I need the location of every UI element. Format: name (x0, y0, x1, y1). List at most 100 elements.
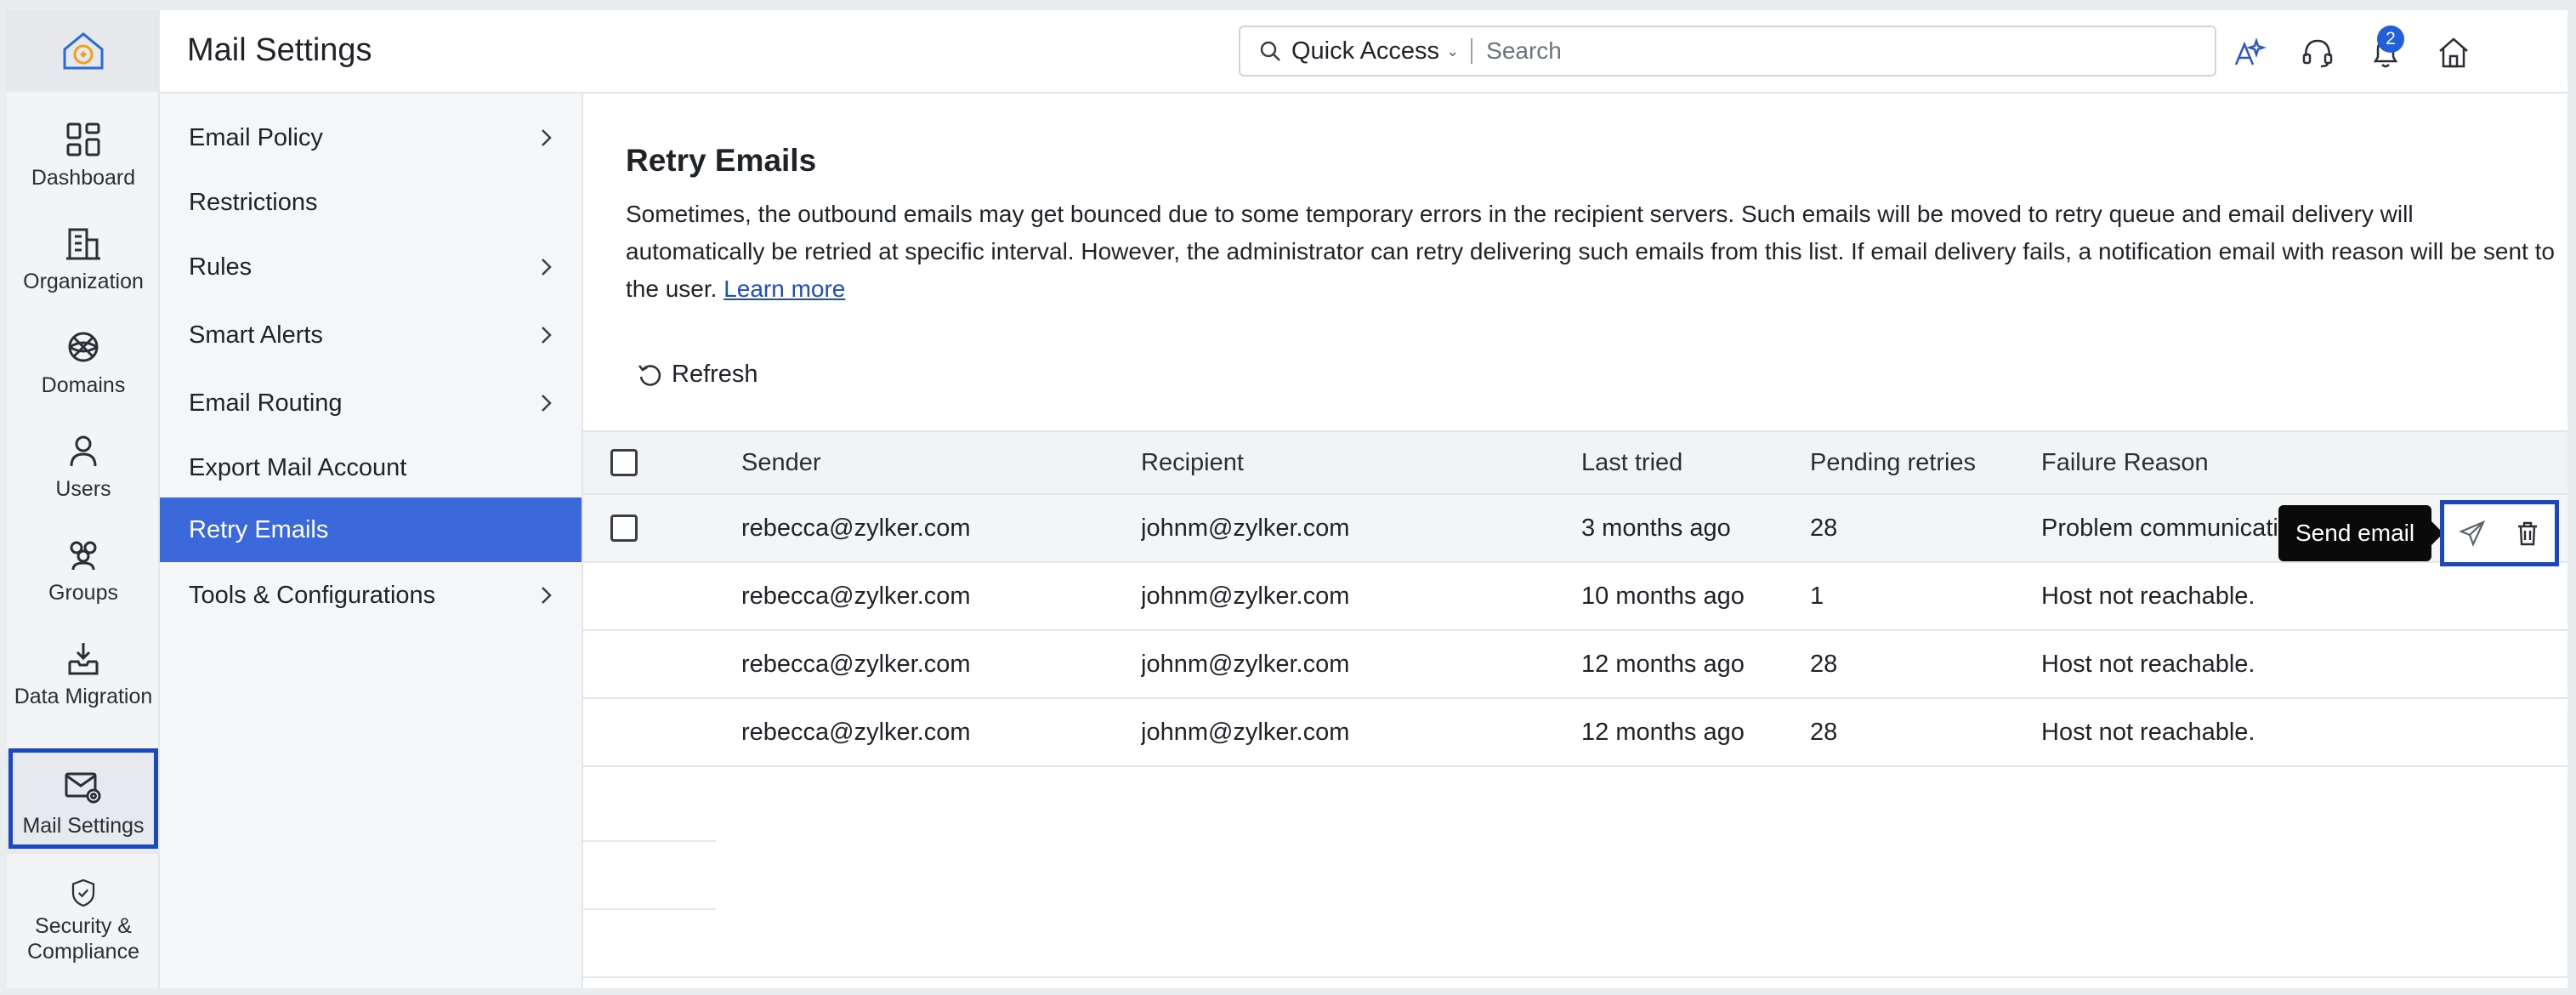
sparkle-icon (2234, 37, 2267, 65)
rail-item-dashboard[interactable]: Dashboard (7, 102, 160, 206)
refresh-label: Refresh (672, 361, 758, 388)
chevron-right-icon (542, 587, 552, 604)
table-empty-divider (583, 840, 716, 842)
menu-item-retry-emails[interactable]: Retry Emails (160, 498, 582, 562)
column-header-sender[interactable]: Sender (741, 432, 1132, 493)
select-all-checkbox[interactable] (610, 449, 638, 476)
menu-item-label: Rules (189, 253, 252, 281)
table-empty-divider (583, 976, 2567, 978)
cell-sender: rebecca@zylker.com (741, 582, 971, 610)
chevron-right-icon (542, 395, 552, 412)
chevron-right-icon (542, 129, 552, 146)
menu-item-smart-alerts[interactable]: Smart Alerts (160, 303, 582, 367)
cell-pending-retries: 28 (1810, 650, 1838, 678)
cell-sender: rebecca@zylker.com (741, 650, 971, 678)
cell-pending-retries: 28 (1810, 718, 1838, 746)
table-empty-divider (583, 908, 716, 910)
zia-button[interactable] (2231, 34, 2268, 71)
menu-item-tools-configurations[interactable]: Tools & Configurations (160, 563, 582, 628)
table-header: Sender Recipient Last tried Pending retr… (583, 430, 2567, 495)
quick-access-dropdown[interactable]: Quick Access (1291, 37, 1439, 65)
search-bar[interactable]: Quick Access ⌄ (1239, 26, 2216, 77)
menu-item-label: Email Routing (189, 389, 343, 417)
menu-item-rules[interactable]: Rules (160, 235, 582, 299)
user-icon (70, 435, 97, 467)
refresh-button[interactable]: Refresh (636, 361, 758, 389)
rail-item-organization[interactable]: Organization (7, 206, 160, 310)
table-row[interactable]: rebecca@zylker.com johnm@zylker.com 10 m… (583, 563, 2567, 631)
shield-check-icon (71, 878, 95, 907)
headset-icon (2302, 39, 2333, 68)
rail-item-label: Organization (23, 270, 144, 293)
menu-item-label: Smart Alerts (189, 321, 323, 349)
cell-last-tried: 10 months ago (1581, 582, 1745, 610)
rail-item-label: Data Migration (14, 685, 153, 708)
table-row[interactable]: rebecca@zylker.com johnm@zylker.com 12 m… (583, 699, 2567, 767)
cell-last-tried: 12 months ago (1581, 718, 1745, 746)
search-input[interactable] (1486, 37, 2215, 65)
send-email-button[interactable] (2455, 516, 2489, 550)
menu-item-label: Export Mail Account (189, 453, 407, 481)
menu-item-export-mail-account[interactable]: Export Mail Account (160, 435, 582, 500)
app-window: Dashboard Organization Domains Users Gro… (7, 10, 2567, 988)
support-button[interactable] (2299, 34, 2336, 71)
menu-item-email-policy[interactable]: Email Policy (160, 105, 582, 170)
column-header-pending-retries[interactable]: Pending retries (1810, 432, 2031, 493)
rail-item-users[interactable]: Users (7, 413, 160, 517)
home-button[interactable] (2435, 34, 2472, 71)
column-header-failure-reason[interactable]: Failure Reason (2041, 432, 2322, 493)
chevron-right-icon (542, 259, 552, 276)
search-icon (1260, 41, 1280, 61)
menu-item-label: Restrictions (189, 188, 318, 216)
logo-icon (63, 32, 104, 70)
menu-item-email-routing[interactable]: Email Routing (160, 371, 582, 435)
notification-badge: 2 (2377, 26, 2404, 53)
delete-button[interactable] (2511, 516, 2545, 550)
section-title: Retry Emails (626, 143, 817, 178)
cell-recipient: johnm@zylker.com (1141, 718, 1350, 746)
row-actions (2440, 500, 2559, 566)
row-checkbox[interactable] (610, 515, 638, 542)
menu-item-label: Retry Emails (189, 515, 329, 543)
retry-emails-table: Sender Recipient Last tried Pending retr… (583, 430, 2567, 767)
column-header-last-tried[interactable]: Last tried (1581, 432, 1802, 493)
menu-item-label: Tools & Configurations (189, 581, 436, 609)
inbox-download-icon (68, 643, 99, 675)
table-row[interactable]: rebecca@zylker.com johnm@zylker.com 3 mo… (583, 495, 2567, 563)
column-header-recipient[interactable]: Recipient (1141, 432, 1566, 493)
cell-last-tried: 12 months ago (1581, 650, 1745, 678)
rail-item-label: Dashboard (31, 166, 136, 190)
building-icon (66, 228, 100, 260)
description-text: Sometimes, the outbound emails may get b… (626, 201, 2555, 302)
rail-item-domains[interactable]: Domains (7, 310, 160, 413)
rail-item-security-compliance[interactable]: Security & Compliance (7, 861, 160, 964)
rail-item-data-migration[interactable]: Data Migration (7, 621, 160, 725)
cell-recipient: johnm@zylker.com (1141, 650, 1350, 678)
rail-item-groups[interactable]: Groups (7, 517, 160, 621)
rail-item-label: Security & Compliance (26, 914, 139, 964)
app-rail: Dashboard Organization Domains Users Gro… (7, 10, 160, 988)
refresh-icon (638, 364, 661, 386)
cell-pending-retries: 1 (1810, 582, 1824, 610)
cell-pending-retries: 28 (1810, 514, 1838, 542)
send-email-tooltip: Send email (2278, 505, 2444, 561)
globe-icon (68, 332, 99, 362)
settings-menu: Email Policy Restrictions Rules Smart Al… (160, 94, 583, 988)
rail-item-label: Domains (41, 373, 126, 397)
chevron-right-icon (542, 327, 552, 344)
cell-recipient: johnm@zylker.com (1141, 582, 1350, 610)
trash-icon (2517, 521, 2537, 546)
mail-settings-icon (65, 772, 101, 804)
learn-more-link[interactable]: Learn more (723, 276, 845, 302)
rail-item-mail-settings[interactable]: Mail Settings (7, 750, 160, 854)
rail-item-label: Groups (48, 581, 118, 605)
cell-sender: rebecca@zylker.com (741, 718, 971, 746)
paper-plane-icon (2458, 520, 2485, 547)
cell-failure-reason: Host not reachable. (2041, 582, 2255, 610)
search-divider (1471, 38, 1473, 64)
app-logo[interactable] (7, 10, 160, 92)
cell-failure-reason: Host not reachable. (2041, 718, 2255, 746)
table-row[interactable]: rebecca@zylker.com johnm@zylker.com 12 m… (583, 631, 2567, 699)
menu-item-restrictions[interactable]: Restrictions (160, 170, 582, 235)
rail-item-label: Mail Settings (22, 814, 145, 838)
